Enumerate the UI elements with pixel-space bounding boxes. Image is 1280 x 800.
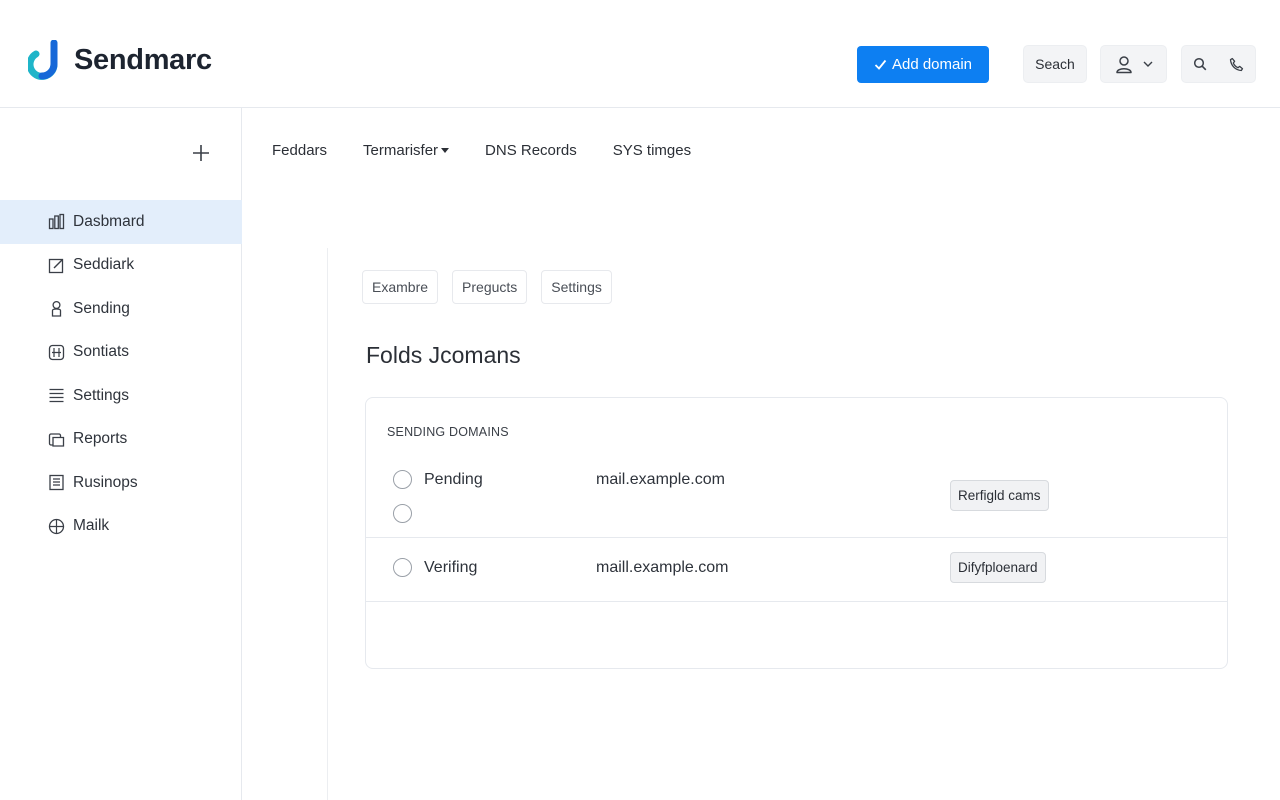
sidebar-item-sontiats[interactable]: Sontiats [0,331,242,375]
sidebar-item-rusinops[interactable]: Rusinops [0,461,242,505]
list-icon [49,389,64,403]
row-action-button[interactable]: Difyfploenard [950,552,1046,583]
sub-tabs: Exambre Pregucts Settings [362,270,612,304]
tab-label: DNS Records [485,142,577,159]
row-radio[interactable] [393,470,412,489]
add-domain-button[interactable]: Add domain [857,46,989,83]
sidebar-item-settings[interactable]: Settings [0,374,242,418]
domain-name: mail.example.com [596,471,725,488]
sidebar-item-label: Rusinops [73,473,138,491]
tab-label: Termarisfer [363,142,439,159]
search-icon[interactable] [1193,57,1207,71]
sidebar-item-seddiark[interactable]: Seddiark [0,244,242,288]
domain-name: maill.example.com [596,559,729,576]
tab-label: SYS timges [612,142,692,159]
tab-feddars[interactable]: Feddars [272,142,327,159]
globe-icon [48,518,65,534]
edit-icon [48,258,64,273]
table-row: Pending mail.example.com Rerfigld cams [366,456,1227,538]
brand-logo[interactable]: Sendmarc [28,40,212,80]
subtab-settings[interactable]: Settings [541,270,612,304]
row-action-button[interactable]: Rerfigld cams [950,480,1049,511]
search-button[interactable]: Seach [1023,45,1087,83]
sidebar-item-reports[interactable]: Reports [0,418,242,462]
brand-name: Sendmarc [74,43,212,76]
status-label: Pending [424,471,483,488]
check-icon [874,59,887,70]
row-radio[interactable] [393,558,412,577]
user-icon [51,301,62,317]
sidebar-item-label: Sontiats [73,343,130,361]
status-label: Verifing [424,559,478,576]
sidebar-item-label: Mailk [73,517,110,535]
sidebar-item-label: Dasbmard [73,212,145,230]
chevron-down-icon [1143,61,1152,67]
sidebar-item-label: Sending [73,299,130,317]
content-divider [327,248,328,800]
subtab-exambre[interactable]: Exambre [362,270,439,304]
table-row: Verifing maill.example.com Difyfploenard [366,538,1227,602]
sidebar: Dasbmard Seddiark Sending Sontiats Setti… [0,108,242,800]
app-header: Sendmarc Add domain Seach [0,0,1280,108]
tab-dns-records[interactable]: DNS Records [485,142,577,159]
top-tabs: Feddars Termarisfer DNS Records SYS timg… [272,142,691,159]
user-menu-button[interactable] [1100,45,1167,83]
document-icon [49,475,64,491]
tab-label: Feddars [272,142,328,159]
section-label: SENDING DOMAINS [387,425,509,439]
tab-termarisfer[interactable]: Termarisfer [363,142,450,159]
subtab-pregucts[interactable]: Pregucts [452,270,528,304]
grid-icon [48,344,65,360]
sidebar-item-sending[interactable]: Sending [0,287,242,331]
add-domain-label: Add domain [891,56,973,73]
sending-domains-card: SENDING DOMAINS Pending mail.example.com… [365,397,1228,669]
plus-icon[interactable] [190,142,212,164]
tab-sys-timges[interactable]: SYS timges [613,142,691,159]
header-tools [1181,45,1256,83]
dashboard-icon [48,214,65,230]
phone-icon[interactable] [1229,57,1244,72]
report-icon [48,433,65,447]
sidebar-item-label: Settings [73,386,130,404]
sidebar-nav: Dasbmard Seddiark Sending Sontiats Setti… [0,200,242,548]
user-icon [1115,55,1132,73]
sidebar-item-label: Reports [73,430,128,448]
sidebar-item-mailk[interactable]: Mailk [0,505,242,549]
sendmarc-logo-icon [28,40,58,80]
sidebar-item-dashboard[interactable]: Dasbmard [0,200,242,244]
sidebar-item-label: Seddiark [73,256,135,274]
page-title: Folds Jcomans [366,342,521,368]
caret-down-icon [441,148,450,153]
row-radio[interactable] [393,504,412,523]
